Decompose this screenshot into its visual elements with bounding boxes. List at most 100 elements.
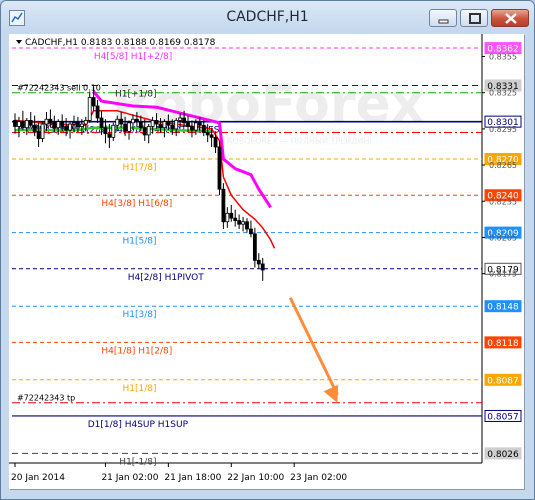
time-tick-label: 23 Jan 02:00: [290, 473, 347, 483]
candle-body: [99, 117, 104, 129]
time-tick-label: 21 Jan 02:00: [101, 473, 158, 483]
candle-body: [24, 120, 29, 129]
price-tick-label: 0.8355: [489, 53, 517, 62]
candle-body: [201, 124, 206, 133]
price-tag-label: 0.8118: [487, 339, 519, 349]
watermark-subtext: ROBOFOREX — ПОЛНЫЙ ТРЕЙДИНГ: [227, 135, 375, 146]
level-label: H1[+1/8]: [115, 89, 157, 99]
candle-body: [241, 221, 245, 225]
price-tick-label: 0.8175: [489, 270, 517, 279]
candle-body: [56, 121, 61, 129]
candle-body: [249, 228, 253, 235]
candlestick-chart[interactable]: RoboForexROBOFOREX — ПОЛНЫЙ ТРЕЙДИНГH4[5…: [9, 34, 524, 489]
close-icon: [505, 13, 517, 24]
candle-body: [150, 120, 155, 127]
candle-body: [197, 122, 202, 126]
level-label: H1[1/8]: [123, 384, 157, 394]
candle-body: [44, 118, 49, 125]
candle-body: [91, 97, 96, 107]
title-bar[interactable]: CADCHF,H1: [1, 1, 534, 35]
candle-body: [233, 217, 238, 221]
candle-body: [87, 97, 92, 121]
price-tag-label: 0.8057: [487, 412, 519, 422]
level-label: H4[1/8] H1[2/8]: [101, 346, 172, 356]
price-tag-label: 0.8026: [487, 450, 519, 460]
candle-body: [127, 122, 131, 132]
candle-body: [95, 105, 100, 119]
candle-body: [111, 124, 116, 138]
candle-body: [123, 123, 128, 132]
candle-body: [146, 126, 151, 136]
candle-body: [36, 130, 41, 139]
candle-body: [221, 188, 226, 223]
price-tick-label: 0.8205: [489, 233, 517, 242]
candle-body: [260, 263, 265, 271]
price-tag-label: 0.8087: [487, 376, 519, 386]
candle-body: [48, 118, 53, 124]
maximize-icon: [469, 13, 481, 24]
candle-body: [13, 120, 17, 127]
price-tick-label: 0.8235: [489, 197, 517, 206]
level-label: H1[5/8]: [123, 237, 157, 247]
candle-body: [229, 212, 234, 219]
candle-body: [162, 121, 167, 129]
candle-body: [17, 121, 21, 127]
candle-body: [252, 233, 257, 261]
level-label: D1[1/8] H4SUP H1SUP: [88, 420, 189, 430]
close-button[interactable]: [491, 9, 529, 27]
candle-body: [60, 121, 65, 127]
order-label: #72242343 tp: [17, 394, 75, 403]
time-tick-label: 21 Jan 18:00: [164, 473, 221, 483]
symbol-header: CADCHF,H1 0.8183 0.8188 0.8169 0.8178: [25, 38, 216, 48]
candle-body: [76, 122, 80, 127]
candle-body: [72, 122, 76, 125]
candle-body: [193, 122, 198, 131]
level-label: H4[5/8] H1[+2/8]: [94, 52, 172, 62]
candle-body: [217, 146, 222, 190]
level-label: H4[3/8] H1[6/8]: [101, 199, 172, 209]
candle-body: [32, 124, 37, 132]
candle-body: [115, 118, 120, 126]
level-label: H1[7/8]: [123, 163, 157, 173]
candle-body: [52, 122, 57, 129]
candle-body: [131, 118, 135, 124]
candle-body: [182, 117, 186, 124]
order-label: #72242343 sell 0.10: [17, 84, 101, 93]
candle-body: [237, 220, 242, 225]
candle-body: [79, 123, 84, 127]
candle-body: [205, 132, 210, 136]
candle-body: [166, 121, 171, 126]
level-label: H1[3/8]: [123, 310, 157, 320]
candle-body: [170, 124, 175, 130]
candle-body: [64, 126, 69, 131]
candle-body: [119, 118, 124, 125]
candle-body: [68, 123, 72, 131]
candle-body: [209, 134, 214, 138]
candle-body: [174, 120, 179, 130]
price-tick-label: 0.8265: [489, 161, 517, 170]
candle-body: [103, 127, 108, 135]
time-tick-label: 22 Jan 10:00: [227, 473, 284, 483]
candle-body: [20, 121, 25, 129]
price-tag-label: 0.8148: [487, 303, 519, 313]
candle-body: [83, 120, 88, 125]
price-tick-label: 0.8325: [489, 89, 517, 98]
time-tick-label: 20 Jan 2014: [11, 473, 65, 483]
minimize-icon: [438, 19, 449, 24]
candle-body: [213, 136, 218, 148]
candle-body: [107, 133, 112, 138]
candle-body: [40, 123, 45, 139]
candle-body: [142, 127, 147, 136]
price-tick-label: 0.8295: [489, 125, 517, 134]
candle-body: [178, 117, 183, 121]
candle-body: [158, 123, 163, 129]
candle-body: [186, 122, 190, 127]
candle-body: [138, 121, 143, 129]
candle-body: [28, 120, 33, 126]
level-label: H1[-1/8]: [119, 457, 156, 467]
candle-body: [256, 259, 261, 265]
minimize-button[interactable]: [429, 9, 457, 27]
candle-body: [190, 126, 194, 131]
candle-body: [154, 120, 159, 125]
maximize-button[interactable]: [460, 9, 488, 27]
